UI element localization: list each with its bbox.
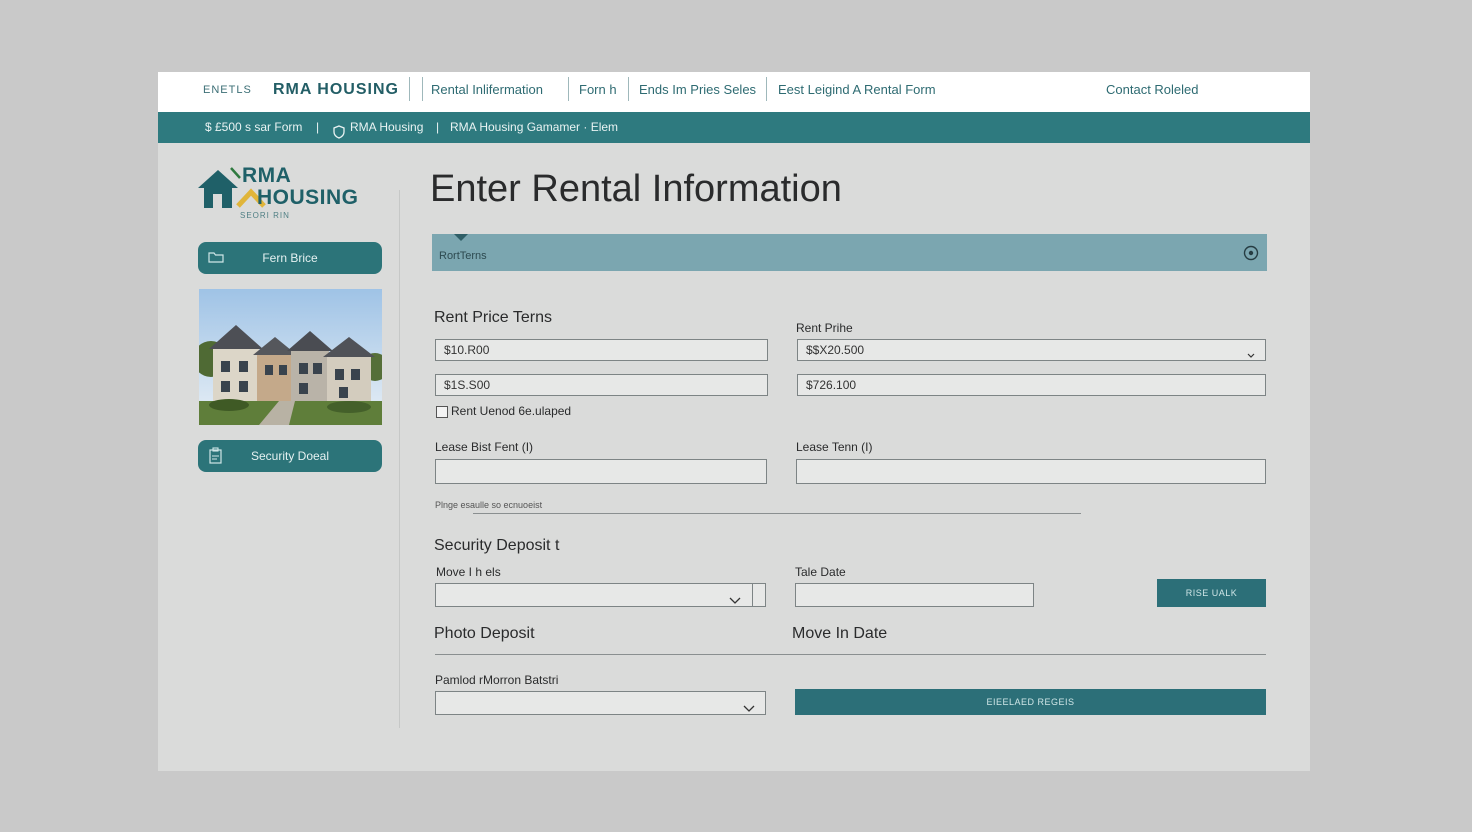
nav-item-form[interactable]: Forn h [579,72,617,108]
pamlod-select[interactable] [435,691,766,715]
sidebar-button-label: Security Doeal [250,449,330,463]
sidebar-button-label: Fern Brice [262,251,318,265]
nav-divider [409,77,410,101]
sidebar-security-deposit-button[interactable]: Security Doeal [198,440,382,472]
rent-price-select-value: $$X20.500 [806,343,865,357]
breadcrumb-bar: $ £500 s sar Form | RMA Housing | RMA Ho… [158,112,1310,143]
rent-checkbox[interactable] [436,406,448,418]
divider-line [435,654,1266,655]
rent-price-label: Rent Prihe [796,321,853,335]
shield-icon [333,120,345,150]
chevron-down-icon [729,591,741,611]
rent-price-max-input[interactable]: $726.100 [797,374,1266,396]
photo-deposit-heading: Photo Deposit [434,625,535,642]
rent-price-min-input[interactable]: $10.R00 [435,339,768,361]
nav-item-rental-form[interactable]: Eest Leigind A Rental Form [778,72,936,108]
rent-price-terms-heading: Rent Price Terns [434,309,552,326]
page-title: Enter Rental Information [430,168,842,210]
move-select[interactable] [435,583,766,607]
lease-term-input[interactable] [796,459,1266,484]
top-nav: ENETLS RMA HOUSING Rental Inlifermation … [158,72,1310,112]
nav-item-prices[interactable]: Ends Im Pries Seles [639,72,756,108]
nav-item-enetls[interactable]: ENETLS [203,72,252,108]
nav-divider [766,77,767,101]
logo-text-rma: RMA [242,164,292,187]
rent-terms-accordion[interactable]: RortTerns [432,234,1267,271]
breadcrumb-separator: | [316,120,320,134]
logo-tagline: SEORI RIN [240,211,290,220]
hint-text: Plnge esaulle so ecnuoeist [435,500,543,510]
move-in-date-heading: Move In Date [792,625,888,642]
sidebar-rent-price-button[interactable]: Fern Brice [198,242,382,274]
move-label: Move I h els [436,565,501,579]
sidebar-divider [399,190,400,728]
chevron-down-icon [743,699,755,719]
nav-divider [422,77,423,101]
rent-price-alt-input[interactable]: $1S.S00 [435,374,768,396]
chevron-down-icon [1247,345,1255,365]
pamlod-label: Pamlod rMorron Batstri [435,673,559,687]
divider-line [473,513,1081,514]
lease-start-input[interactable] [435,459,767,484]
app-window: ENETLS RMA HOUSING Rental Inlifermation … [158,72,1310,771]
nav-divider [568,77,569,101]
nav-item-rental-information[interactable]: Rental Inlifermation [431,72,543,108]
security-deposit-heading: Security Deposit t [434,537,560,554]
gear-icon[interactable] [1243,245,1259,266]
rent-checkbox-label: Rent Uenod 6e.ulaped [451,404,572,418]
lease-start-label: Lease Bist Fent (I) [435,440,534,454]
breadcrumb-item[interactable]: $ £500 s sar Form [205,112,302,142]
tale-date-label: Tale Date [795,565,846,579]
nav-brand[interactable]: RMA HOUSING [273,72,399,108]
select-divider [752,584,753,606]
lease-term-label: Lease Tenn (I) [796,440,873,454]
accordion-label: RortTerns [439,250,487,262]
breadcrumb-item[interactable]: RMA Housing [350,112,423,142]
brand-logo: RMA HOUSING SEORI RIN [196,164,376,220]
breadcrumb-separator: | [436,120,440,134]
side-action-button[interactable]: RISE UALK [1157,579,1266,607]
submit-button[interactable]: EIEELAED REGEIS [795,689,1266,715]
nav-divider [628,77,629,101]
nav-item-contact[interactable]: Contact Roleled [1106,72,1199,108]
house-photo [199,289,382,425]
logo-text-housing: HOUSING [257,186,359,209]
tale-date-input[interactable] [795,583,1034,607]
rent-price-select[interactable]: $$X20.500 [797,339,1266,361]
breadcrumb-item[interactable]: RMA Housing Gamamer · Elem [450,112,618,142]
